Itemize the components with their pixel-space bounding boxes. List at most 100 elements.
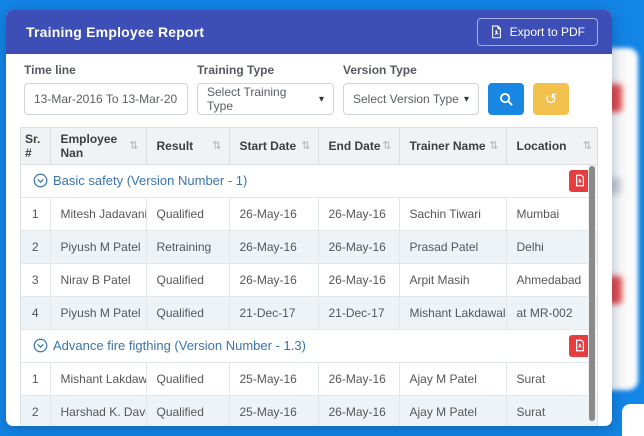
table-cell: 4: [21, 295, 51, 329]
group-title: Basic safety (Version Number - 1): [53, 173, 248, 188]
version-type-label: Version Type: [343, 63, 417, 77]
group-header-row[interactable]: Basic safety (Version Number - 1): [21, 163, 597, 197]
group-header-cell: Advance fire figthing (Version Number - …: [21, 328, 597, 362]
table-cell: 3: [21, 262, 51, 296]
table-row: 1Mishant LakdawalaQualified25-May-1626-M…: [21, 361, 597, 395]
table-cell: Mishant Lakdawala: [50, 361, 147, 395]
table-cell: 1: [21, 361, 51, 395]
table-cell: 26-May-16: [318, 262, 400, 296]
table-cell: Piyush M Patel: [50, 229, 147, 263]
collapse-chevron-icon[interactable]: [33, 338, 48, 353]
timeline-filter: Time line: [24, 63, 188, 115]
table-cell: Ajay M Patel: [399, 394, 507, 426]
training-type-select[interactable]: Select Training Type ▾: [197, 83, 334, 115]
column-header-sr: Sr. #: [21, 128, 51, 165]
pdf-file-icon: [574, 339, 586, 352]
timeline-input[interactable]: [24, 83, 188, 115]
scrollbar-thumb[interactable]: [589, 166, 595, 421]
table-cell: Mishant Lakdawala: [399, 295, 507, 329]
sort-icon[interactable]: ⇅: [129, 139, 138, 152]
table-row: 2 Piyush M Patel Retraining 26-May-16 26-May…: [21, 229, 597, 263]
column-header-end-date[interactable]: End Date ⇅: [318, 128, 400, 165]
sort-icon[interactable]: ⇅: [382, 139, 391, 152]
table-cell: 2: [21, 394, 51, 426]
table-cell: 1: [21, 196, 51, 230]
column-header-result[interactable]: Result ⇅: [146, 128, 230, 165]
table-cell: Mitesh Jadavani: [50, 196, 147, 230]
table-cell: at MR-002: [506, 295, 597, 329]
table-cell: Mumbai: [506, 196, 597, 230]
training-type-selected: Select Training Type: [207, 85, 287, 113]
sort-icon[interactable]: ⇅: [489, 139, 498, 152]
sort-icon[interactable]: ⇅: [583, 139, 592, 152]
chevron-down-icon: ▾: [318, 93, 324, 105]
table-cell: Retraining: [146, 229, 230, 263]
background-page-corner: [622, 404, 644, 436]
table-cell: Arpit Masih: [399, 262, 507, 296]
table-cell: 26-May-16: [318, 361, 400, 395]
version-type-filter: Version Type Select Version Type ▾: [343, 63, 479, 115]
table-cell: Qualified: [146, 361, 230, 395]
training-type-filter: Training Type Select Training Type ▾: [197, 63, 334, 115]
sort-icon[interactable]: ⇅: [212, 139, 221, 152]
table-cell: Harshad K. Dave: [50, 394, 147, 426]
report-modal: Training Employee Report Export to PDF T…: [6, 10, 612, 426]
training-type-label: Training Type: [197, 63, 275, 77]
table-cell: 26-May-16: [229, 196, 319, 230]
chevron-down-icon: ▾: [463, 93, 469, 105]
version-type-selected: Select Version Type: [353, 92, 459, 106]
table-cell: Nirav B Patel: [50, 262, 147, 296]
column-header-start-date[interactable]: Start Date ⇅: [229, 128, 319, 165]
table-cell: 25-May-16: [229, 361, 319, 395]
table-cell: Ahmedabad: [506, 262, 597, 296]
pdf-file-icon: [490, 25, 503, 39]
collapse-chevron-icon[interactable]: [33, 173, 48, 188]
table-cell: Surat: [506, 394, 597, 426]
export-pdf-button[interactable]: Export to PDF: [476, 18, 598, 46]
table-cell: 26-May-16: [318, 196, 400, 230]
table-cell: Piyush M Patel: [50, 295, 147, 329]
refresh-button[interactable]: ↺: [533, 83, 569, 115]
group-title: Advance fire figthing (Version Number - …: [53, 338, 306, 353]
table-scrollbar[interactable]: [588, 165, 596, 426]
table-cell: 26-May-16: [229, 262, 319, 296]
table-cell: Delhi: [506, 229, 597, 263]
table-cell: 2: [21, 229, 51, 263]
table-cell: Surat: [506, 361, 597, 395]
table-body: Basic safety (Version Number - 1) 1 Mitesh…: [21, 163, 597, 426]
search-button[interactable]: [488, 83, 524, 115]
table-cell: Sachin Tiwari: [399, 196, 507, 230]
filter-bar: Time line Training Type Select Training …: [6, 54, 612, 127]
version-type-select[interactable]: Select Version Type ▾: [343, 83, 479, 115]
table-cell: Ajay M Patel: [399, 361, 507, 395]
timeline-label: Time line: [24, 63, 76, 77]
column-header-employee-name[interactable]: Employee Nan ⇅: [50, 128, 147, 165]
group-header-row[interactable]: Advance fire figthing (Version Number - …: [21, 328, 597, 362]
group-header-cell: Basic safety (Version Number - 1): [21, 163, 597, 197]
table-cell: 21-Dec-17: [318, 295, 400, 329]
table-cell: 26-May-16: [229, 229, 319, 263]
table-row: 4 Piyush M Patel Qualified 21-Dec-17 21-Dec-…: [21, 295, 597, 329]
table-cell: Qualified: [146, 196, 230, 230]
table-cell: Qualified: [146, 394, 230, 426]
sort-icon[interactable]: ⇅: [301, 139, 310, 152]
report-table: Sr. # Employee Nan ⇅ Result ⇅ Start Date…: [20, 127, 598, 426]
table-cell: 26-May-16: [318, 229, 400, 263]
search-icon: [499, 92, 514, 107]
table-row: 2 Harshad K. Dave Qualified 25-May-16 26-May…: [21, 394, 597, 426]
column-header-trainer-name[interactable]: Trainer Name ⇅: [399, 128, 507, 165]
table-cell: 26-May-16: [318, 394, 400, 426]
table-header-row: Sr. # Employee Nan ⇅ Result ⇅ Start Date…: [21, 128, 597, 165]
column-header-location[interactable]: Location ⇅: [506, 128, 597, 165]
table-row: 3 Nirav B Patel Qualified 26-May-16 26-May-1…: [21, 262, 597, 296]
table-cell: Qualified: [146, 295, 230, 329]
table-cell: Prasad Patel: [399, 229, 507, 263]
export-pdf-label: Export to PDF: [509, 25, 585, 39]
table-row: 1 Mitesh Jadavani Qualified 26-May-16 26-May…: [21, 196, 597, 230]
table-cell: 21-Dec-17: [229, 295, 319, 329]
page-title: Training Employee Report: [26, 24, 205, 40]
modal-header: Training Employee Report Export to PDF: [6, 10, 612, 54]
table-cell: Qualified: [146, 262, 230, 296]
pdf-file-icon: [574, 174, 586, 187]
table-cell: 25-May-16: [229, 394, 319, 426]
